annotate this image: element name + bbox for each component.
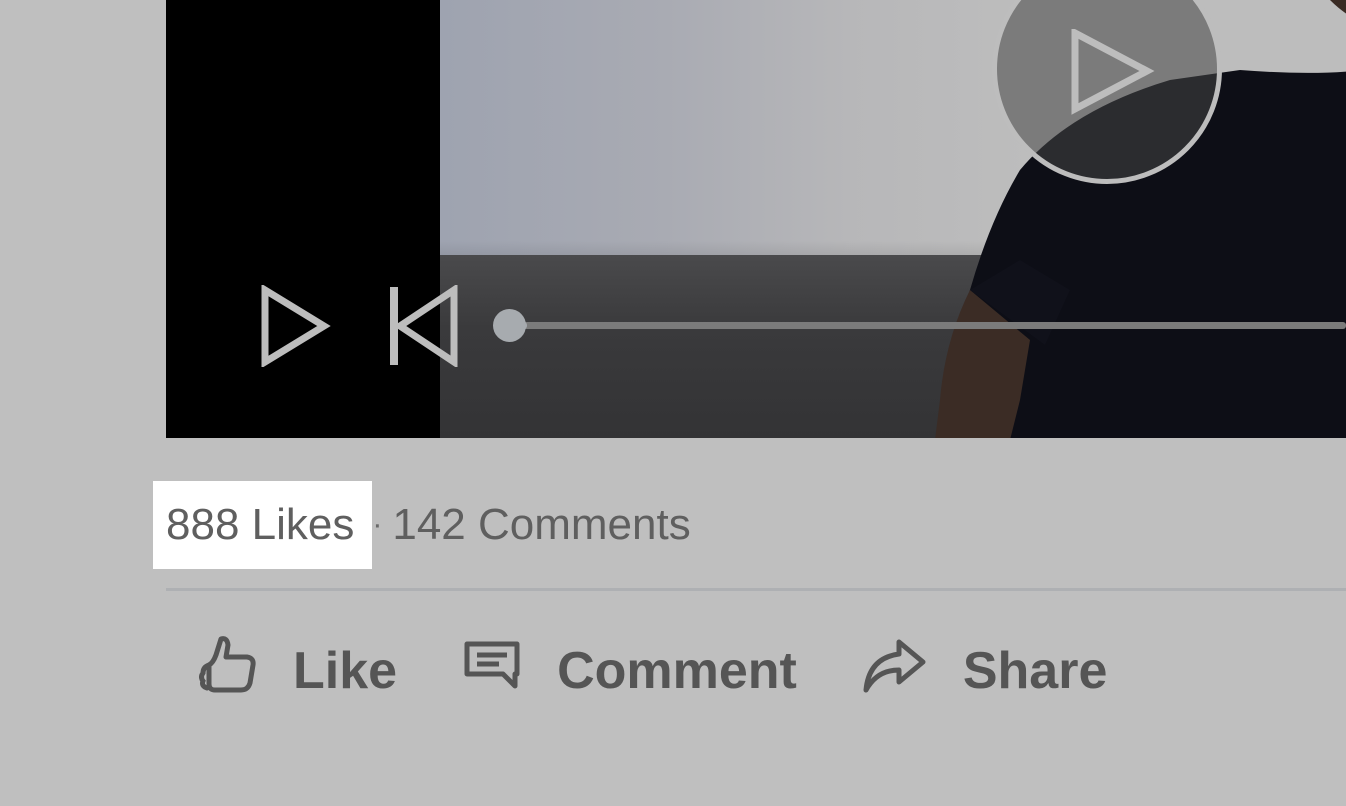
comment-button[interactable]: Comment bbox=[463, 640, 797, 703]
comment-label: Comment bbox=[557, 642, 797, 700]
progress-track[interactable] bbox=[510, 322, 1346, 329]
stats-separator: · bbox=[372, 508, 383, 541]
share-arrow-icon bbox=[861, 636, 927, 707]
engagement-stats: 888 Likes · 142 Comments bbox=[153, 481, 691, 569]
play-button[interactable] bbox=[260, 283, 332, 372]
skip-back-icon bbox=[390, 283, 458, 369]
video-player[interactable] bbox=[166, 0, 1346, 438]
restart-button[interactable] bbox=[388, 283, 462, 372]
thumbs-up-icon bbox=[199, 635, 257, 708]
share-button[interactable]: Share bbox=[861, 636, 1108, 707]
comment-icon bbox=[463, 640, 521, 703]
likes-count[interactable]: 888 Likes bbox=[153, 481, 373, 569]
share-label: Share bbox=[962, 642, 1108, 700]
action-bar: Like Comment Share bbox=[199, 628, 1107, 714]
like-button[interactable]: Like bbox=[199, 635, 397, 708]
post-card: 888 Likes · 142 Comments Like Comment Sh… bbox=[0, 0, 1346, 806]
play-icon bbox=[1071, 29, 1155, 115]
divider bbox=[166, 588, 1346, 591]
progress-handle[interactable] bbox=[493, 309, 526, 342]
comments-count[interactable]: 142 Comments bbox=[392, 500, 690, 550]
play-icon bbox=[261, 283, 331, 369]
like-label: Like bbox=[293, 642, 398, 700]
